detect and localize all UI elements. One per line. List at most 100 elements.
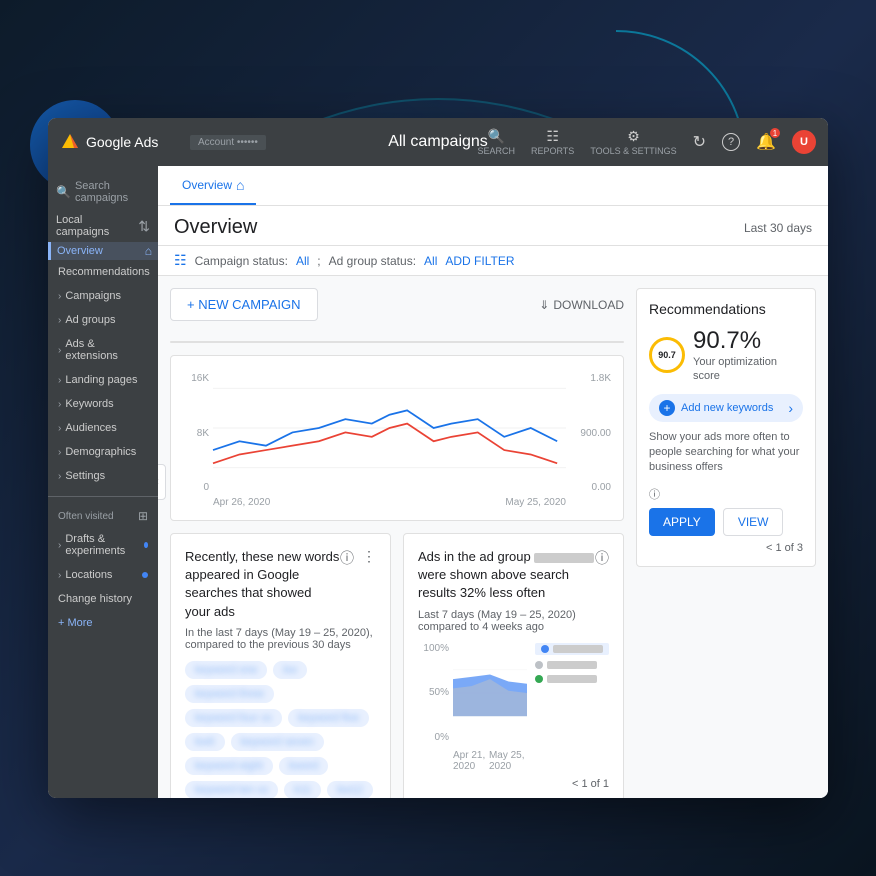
sidebar: 🔍 Search campaigns Local campaigns ⇅ Ove… [48, 166, 158, 798]
add-filter-button[interactable]: ADD FILTER [445, 254, 514, 268]
sidebar-dot-drafts [144, 542, 148, 548]
sidebar-more-button[interactable]: + More [48, 611, 158, 635]
rec-add-keywords[interactable]: + Add new keywords › [649, 394, 803, 422]
chart-x-labels: Apr 26, 2020 May 25, 2020 [213, 497, 566, 508]
sidebar-collapse-button[interactable]: ‹ [158, 464, 166, 500]
download-button[interactable]: ⇓ DOWNLOAD [539, 298, 624, 312]
chart-card-body: 100% 50% 0% [418, 643, 609, 772]
sidebar-item-ads-extensions[interactable]: › Ads & extensions [48, 332, 158, 368]
chart-area: 16K 8K 0 [183, 368, 611, 508]
view-button[interactable]: VIEW [723, 508, 784, 536]
sidebar-item-change-history[interactable]: Change history [48, 587, 158, 611]
word-pill: kword [279, 757, 328, 775]
reports-topbar-button[interactable]: ☷ REPORTS [531, 128, 574, 156]
page-title-topbar: All campaigns [388, 133, 488, 151]
chart-y-labels: 16K 8K 0 [183, 368, 213, 508]
sidebar-item-locations[interactable]: › Locations [48, 563, 158, 587]
often-visited-menu-icon[interactable]: ⊞ [138, 509, 148, 523]
legend-item-1 [535, 643, 609, 655]
card-header-1: Recently, these new words appeared in Go… [185, 548, 376, 621]
chart-right-labels: 1.8K 900.00 0.00 [566, 368, 611, 508]
new-campaign-button[interactable]: + NEW CAMPAIGN [170, 288, 318, 321]
apply-button[interactable]: APPLY [649, 508, 715, 536]
chart-container: 16K 8K 0 [170, 355, 624, 521]
sidebar-search-label: Search campaigns [75, 180, 150, 204]
blurred-account-name [534, 553, 594, 563]
filter-bar: ☷ Campaign status: All ; Ad group status… [158, 246, 828, 276]
rec-item-arrow[interactable]: › [788, 400, 793, 416]
ad-group-value[interactable]: All [424, 254, 437, 268]
legend-dot-2 [535, 661, 543, 669]
insight-card-keywords: Recently, these new words appeared in Go… [170, 533, 391, 798]
insight-card-impressions: Ads in the ad group were shown above sea… [403, 533, 624, 798]
user-avatar[interactable]: U [792, 130, 816, 154]
card-title-2: Ads in the ad group were shown above sea… [418, 548, 595, 603]
word-pill: keyword ten xx [185, 781, 278, 798]
chart-card-y-labels: 100% 50% 0% [418, 643, 453, 743]
app-logo: Google Ads [60, 132, 180, 152]
word-pill: keyword three [185, 685, 274, 703]
sidebar-sort-icon[interactable]: ⇅ [138, 218, 150, 235]
card-title-1: Recently, these new words appeared in Go… [185, 548, 340, 621]
sidebar-item-ad-groups[interactable]: › Ad groups [48, 308, 158, 332]
legend-item-3 [535, 675, 609, 683]
legend-dot-3 [535, 675, 543, 683]
rec-buttons: APPLY VIEW [649, 508, 803, 536]
sidebar-often-visited: Often visited ⊞ [48, 505, 158, 527]
card-icons-1: ⓘ ⋮ [340, 548, 376, 568]
chart-card-x-labels: Apr 21, 2020 May 25, 2020 [453, 750, 527, 772]
page-title: Overview [174, 216, 257, 239]
filter-icon: ☷ [174, 252, 187, 269]
content-panel: ‹ Overview ⌂ Overview Last 30 days ☷ Cam… [158, 166, 828, 798]
optimization-score: 90.7 90.7% Your optimization score [649, 327, 803, 384]
sidebar-item-settings[interactable]: › Settings [48, 464, 158, 488]
help-button[interactable]: ? [722, 133, 740, 151]
word-pill: kw6 [185, 733, 225, 751]
tools-topbar-button[interactable]: ⚙ TOOLS & SETTINGS [590, 128, 676, 156]
chart-svg [213, 368, 566, 488]
sidebar-item-recommendations[interactable]: Recommendations [48, 260, 158, 284]
recommendations-panel: Recommendations 90.7 90.7% Your optimiza… [636, 288, 816, 567]
google-ads-logo-icon [60, 132, 80, 152]
home-icon: ⌂ [236, 177, 244, 193]
card-pagination-2[interactable]: < 1 of 1 [418, 778, 609, 790]
legend-item-2 [535, 661, 609, 669]
topbar-actions: 🔍 SEARCH ☷ REPORTS ⚙ TOOLS & SETTINGS ↻ … [477, 128, 816, 156]
sidebar-item-keywords[interactable]: › Keywords [48, 392, 158, 416]
score-circle: 90.7 [649, 337, 685, 373]
date-range-label[interactable]: Last 30 days [744, 221, 812, 235]
action-bar: + NEW CAMPAIGN ⇓ DOWNLOAD [170, 288, 624, 321]
more-options-icon[interactable]: ⋮ [362, 548, 376, 568]
help-circle-icon-2[interactable]: ⓘ [595, 548, 609, 568]
sidebar-item-landing-pages[interactable]: › Landing pages [48, 368, 158, 392]
sidebar-item-demographics[interactable]: › Demographics [48, 440, 158, 464]
rec-pagination[interactable]: < 1 of 3 [649, 542, 803, 554]
word-pill: kw [273, 661, 306, 679]
app-name-label: Google Ads [86, 134, 158, 150]
page-header: Overview Last 30 days [158, 206, 828, 246]
word-pill: keyword seven [231, 733, 324, 751]
campaign-status-value[interactable]: All [296, 254, 309, 268]
rec-item-label: Add new keywords [681, 402, 773, 414]
download-icon: ⇓ [539, 298, 549, 312]
account-selector[interactable]: Account •••••• [190, 135, 266, 150]
impressions-chart-svg [453, 643, 527, 743]
stat-cost: Cost ⋮ $477K [511, 342, 623, 343]
legend-dot-1 [541, 645, 549, 653]
help-circle-icon[interactable]: ⓘ [340, 548, 354, 568]
stat-cost-conv: Cost / conv. $14.78 [398, 342, 511, 343]
word-pill: keyword one [185, 661, 267, 679]
stat-conversions: Conversions ▼ 32.3K [284, 342, 397, 343]
reload-button[interactable]: ↻ [693, 132, 706, 152]
notifications-button[interactable]: 🔔 1 [756, 132, 776, 152]
ad-group-label: Ad group status: [329, 254, 416, 268]
sidebar-item-campaigns[interactable]: › Campaigns [48, 284, 158, 308]
subnav-tab-overview[interactable]: Overview ⌂ [170, 166, 256, 205]
card-subtitle-1: In the last 7 days (May 19 – 25, 2020), … [185, 627, 376, 651]
sidebar-item-drafts[interactable]: › Drafts & experiments [48, 527, 158, 563]
notification-badge: 1 [770, 128, 780, 138]
sidebar-item-audiences[interactable]: › Audiences [48, 416, 158, 440]
stats-row: Clicks ▼ 307K Conversions ▼ 32.3K [170, 341, 624, 343]
word-pill: keyword five [288, 709, 369, 727]
sidebar-item-overview[interactable]: Overview ⌂ [48, 242, 158, 260]
